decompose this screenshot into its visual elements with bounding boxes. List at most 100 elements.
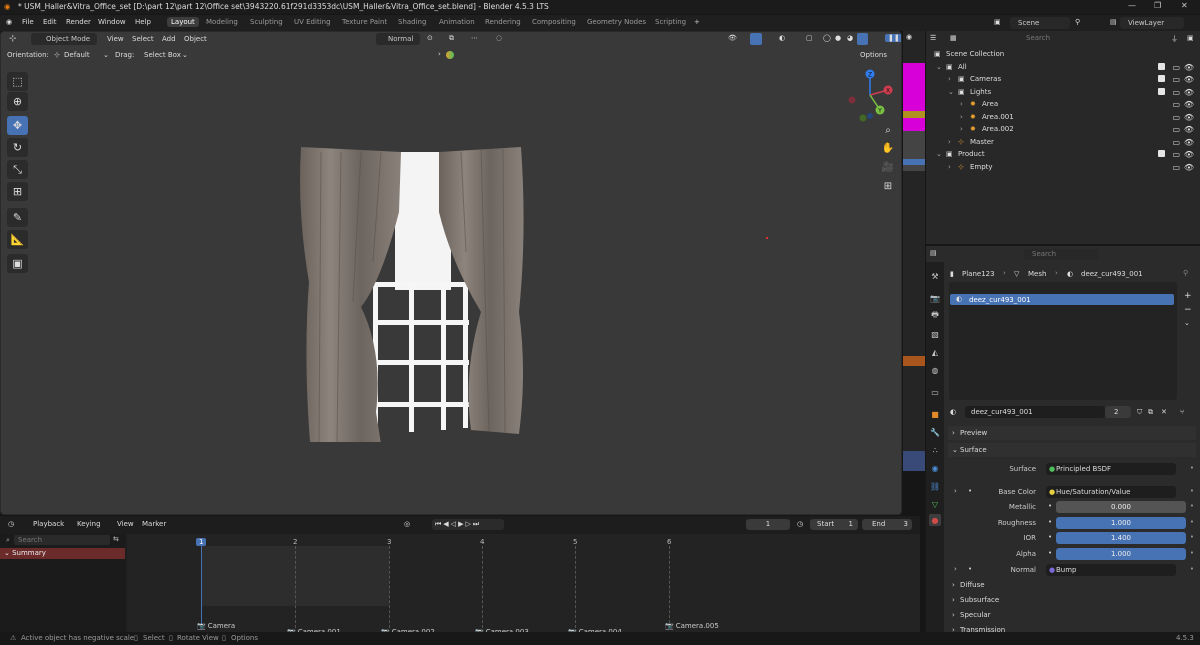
editor-type-icon[interactable]: ◉ bbox=[906, 33, 912, 41]
pivot-icon[interactable]: ⊙ bbox=[427, 34, 433, 42]
filter-icon[interactable]: ⏚ bbox=[1171, 34, 1178, 44]
move-tool[interactable]: ✥ bbox=[7, 116, 28, 135]
timeline-panel[interactable]: ◷ Playback Keying View Marker ◎ ⏮◀◁▶▷⏭ 1… bbox=[0, 516, 920, 636]
outliner-row[interactable]: ⌄ ▣ Product 👁 ▭ bbox=[926, 149, 1200, 162]
chevron-icon[interactable]: › bbox=[948, 75, 951, 83]
view-layer-tab-icon[interactable]: ▧ bbox=[929, 328, 941, 340]
outliner-row[interactable]: › ✹ Area 👁 ▭ bbox=[926, 99, 1200, 112]
chevron-icon[interactable]: ⌄ bbox=[948, 88, 954, 96]
property-link-field[interactable]: ● Bump bbox=[1046, 564, 1176, 576]
keyframe-dot-icon[interactable]: • bbox=[1190, 464, 1194, 472]
expand-icon[interactable]: › bbox=[954, 565, 957, 573]
property-value-slider[interactable]: 1.000 bbox=[1056, 517, 1186, 529]
output-tab-icon[interactable]: 🖶 bbox=[929, 310, 941, 322]
options-button[interactable]: Options bbox=[860, 51, 887, 59]
camera-render-icon[interactable]: ▭ bbox=[1172, 150, 1180, 159]
subsection-header[interactable]: › Specular bbox=[948, 608, 1196, 622]
drag-dropdown[interactable]: Select Box bbox=[144, 51, 181, 59]
outliner-row[interactable]: › ▣ Cameras 👁 ▭ bbox=[926, 74, 1200, 87]
tab-texture-paint[interactable]: Texture Paint bbox=[342, 18, 387, 26]
outliner-row[interactable]: › ⊹ Empty 👁 ▭ bbox=[926, 162, 1200, 175]
pan-hand-icon[interactable]: ✋ bbox=[879, 140, 897, 156]
clock-icon[interactable]: ◷ bbox=[797, 520, 803, 528]
fake-user-icon[interactable]: ⛉ bbox=[1137, 408, 1142, 417]
checkbox-icon[interactable] bbox=[1158, 75, 1165, 82]
outliner-row[interactable]: ⌄ ▣ Lights 👁 ▭ bbox=[926, 87, 1200, 100]
chevron-icon[interactable]: › bbox=[960, 125, 963, 133]
chevron-icon[interactable]: ⌄ bbox=[936, 150, 942, 158]
material-tab-icon[interactable]: ● bbox=[929, 514, 941, 526]
camera-render-icon[interactable]: ▭ bbox=[1172, 125, 1180, 134]
transform-orientation-dropdown[interactable]: Normal bbox=[376, 33, 420, 45]
menu-help[interactable]: Help bbox=[135, 18, 151, 26]
subsection-header[interactable]: › Subsurface bbox=[948, 593, 1196, 607]
property-link-field[interactable]: ● Principled BSDF bbox=[1046, 463, 1176, 475]
expand-icon[interactable]: › bbox=[954, 487, 957, 495]
camera-render-icon[interactable]: ▭ bbox=[1172, 138, 1180, 147]
record-icon[interactable]: ◎ bbox=[404, 520, 410, 528]
view-layer-selector[interactable]: ViewLayer bbox=[1120, 17, 1184, 29]
editor-type-icon[interactable]: ◷ bbox=[8, 520, 14, 528]
editor-type-icon[interactable]: ⊹ bbox=[9, 34, 17, 44]
scene-tab-icon[interactable]: ◭ bbox=[929, 346, 941, 358]
snap-target-icon[interactable]: ⋯ bbox=[471, 34, 478, 42]
pin-icon[interactable]: ⚲ bbox=[1183, 269, 1188, 277]
zoom-icon[interactable]: ⌕ bbox=[879, 122, 897, 138]
blender-menu-icon[interactable]: ◉ bbox=[6, 18, 12, 26]
eye-icon[interactable]: 👁 bbox=[1184, 63, 1194, 72]
menu-render[interactable]: Render bbox=[66, 18, 91, 26]
remove-slot-icon[interactable]: − bbox=[1184, 305, 1192, 315]
tab-shading[interactable]: Shading bbox=[398, 18, 426, 26]
camera-render-icon[interactable]: ▭ bbox=[1172, 163, 1180, 172]
outliner-row[interactable]: › ✹ Area.002 👁 ▭ bbox=[926, 124, 1200, 137]
3d-viewport[interactable]: ⊹ Object Mode View Select Add Object Nor… bbox=[0, 31, 902, 515]
tab-geometry-nodes[interactable]: Geometry Nodes bbox=[587, 18, 646, 26]
outliner-row[interactable]: › ✹ Area.001 👁 ▭ bbox=[926, 112, 1200, 125]
collapsed-editor-strip[interactable]: ◉ bbox=[903, 31, 925, 471]
pin-icon[interactable]: ⚲ bbox=[1075, 18, 1080, 26]
summary-channel[interactable]: ⌄ Summary bbox=[0, 548, 125, 559]
select-tool[interactable]: ⬚ bbox=[7, 72, 28, 91]
eye-icon[interactable]: 👁 bbox=[1184, 88, 1194, 97]
menu-edit[interactable]: Edit bbox=[43, 18, 57, 26]
timeline-menu-playback[interactable]: Playback bbox=[33, 520, 64, 528]
browse-material-icon[interactable]: ◐ bbox=[950, 408, 956, 416]
viewport-menu-add[interactable]: Add bbox=[162, 35, 176, 43]
camera-render-icon[interactable]: ▭ bbox=[1172, 75, 1180, 84]
keyframe-dot-icon[interactable]: • bbox=[1190, 487, 1194, 495]
chevron-down-icon[interactable]: ⌄ bbox=[1184, 319, 1190, 327]
eye-icon[interactable]: 👁 bbox=[1184, 125, 1194, 134]
tool-tab-icon[interactable]: ⚒ bbox=[929, 270, 941, 282]
editor-type-icon[interactable]: ☰ bbox=[930, 34, 936, 42]
material-slots-list[interactable]: ◐ deez_cur493_001 bbox=[949, 282, 1177, 400]
world-tab-icon[interactable]: ◍ bbox=[929, 364, 941, 376]
keyframe-dot-icon[interactable]: • bbox=[1190, 518, 1194, 526]
cursor-tool[interactable]: ⊕ bbox=[7, 92, 28, 111]
current-frame-field[interactable]: 1 bbox=[746, 519, 790, 530]
object-tab-icon[interactable]: ■ bbox=[929, 408, 941, 420]
tab-animation[interactable]: Animation bbox=[439, 18, 475, 26]
chevron-icon[interactable]: › bbox=[948, 163, 951, 171]
modifier-tab-icon[interactable]: 🔧 bbox=[929, 426, 941, 438]
viewport-menu-select[interactable]: Select bbox=[132, 35, 154, 43]
annotate-tool[interactable]: ✎ bbox=[7, 208, 28, 227]
tab-sculpting[interactable]: Sculpting bbox=[250, 18, 283, 26]
visibility-icon[interactable]: 👁 bbox=[728, 34, 737, 42]
navigation-gizmo[interactable]: Z X Y bbox=[843, 68, 897, 122]
data-tab-icon[interactable]: ▽ bbox=[929, 498, 941, 510]
camera-view-icon[interactable]: 🎥 bbox=[879, 159, 897, 175]
xray-icon[interactable]: ▢ bbox=[806, 34, 813, 42]
eye-icon[interactable]: 👁 bbox=[1184, 138, 1194, 147]
camera-marker[interactable]: 📷 Camera bbox=[197, 622, 235, 630]
proportional-edit-icon[interactable]: ◌ bbox=[496, 34, 502, 42]
outliner-search-input[interactable]: Search bbox=[1018, 33, 1094, 44]
tab-uv-editing[interactable]: UV Editing bbox=[294, 18, 331, 26]
wireframe-shading-icon[interactable]: ◯ bbox=[823, 34, 831, 42]
chevron-icon[interactable]: › bbox=[960, 113, 963, 121]
add-slot-icon[interactable]: + bbox=[1184, 291, 1192, 301]
checkbox-icon[interactable] bbox=[1158, 150, 1165, 157]
material-slot-item[interactable]: ◐ deez_cur493_001 bbox=[950, 294, 1174, 305]
keyframe-dot-icon[interactable]: • bbox=[1190, 533, 1194, 541]
duplicate-icon[interactable]: ⧉ bbox=[1148, 408, 1153, 417]
camera-marker[interactable]: 📷 Camera.005 bbox=[665, 622, 719, 630]
